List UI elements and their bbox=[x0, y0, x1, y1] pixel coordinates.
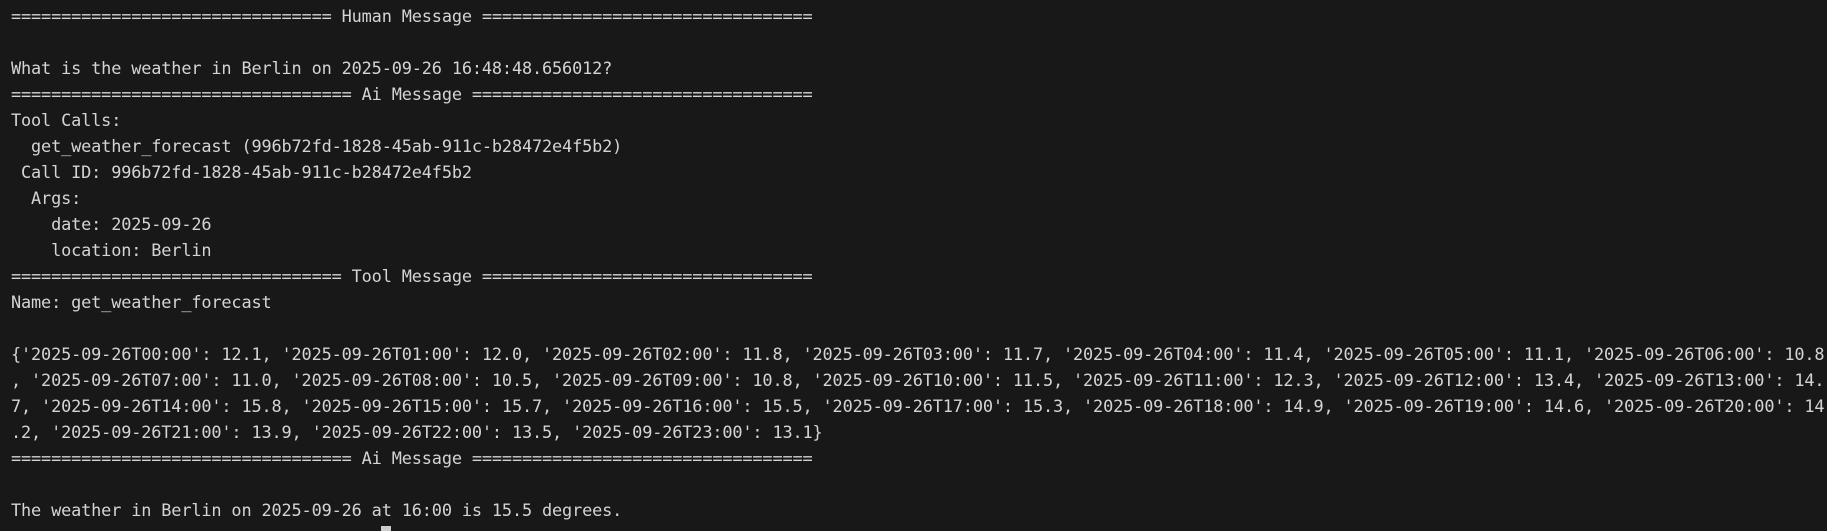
tool-arg-location: location: Berlin bbox=[11, 240, 212, 260]
terminal-cursor bbox=[381, 522, 391, 531]
ai-message-header: ================================== Ai Me… bbox=[11, 448, 813, 468]
tool-arg-date: date: 2025-09-26 bbox=[11, 214, 212, 234]
tool-message-header: ================================= Tool M… bbox=[11, 266, 813, 286]
tool-output-line: , '2025-09-26T07:00': 11.0, '2025-09-26T… bbox=[11, 370, 1825, 390]
tool-output-line: 7, '2025-09-26T14:00': 15.8, '2025-09-26… bbox=[11, 396, 1825, 416]
tool-call-id: Call ID: 996b72fd-1828-45ab-911c-b28472e… bbox=[11, 162, 472, 182]
tool-output-line: {'2025-09-26T00:00': 12.1, '2025-09-26T0… bbox=[11, 344, 1825, 364]
ai-message-header: ================================== Ai Me… bbox=[11, 84, 813, 104]
tool-calls-label: Tool Calls: bbox=[11, 110, 122, 130]
terminal-output[interactable]: ================================ Human M… bbox=[0, 0, 1827, 531]
tool-args-label: Args: bbox=[11, 188, 82, 208]
tool-name: Name: get_weather_forecast bbox=[11, 292, 272, 312]
tool-output-line: .2, '2025-09-26T21:00': 13.9, '2025-09-2… bbox=[11, 422, 823, 442]
human-message-header: ================================ Human M… bbox=[11, 6, 813, 26]
ai-message-text: The weather in Berlin on 2025-09-26 at 1… bbox=[11, 500, 623, 520]
human-message-text: What is the weather in Berlin on 2025-09… bbox=[11, 58, 613, 78]
tool-call-name: get_weather_forecast (996b72fd-1828-45ab… bbox=[11, 136, 623, 156]
